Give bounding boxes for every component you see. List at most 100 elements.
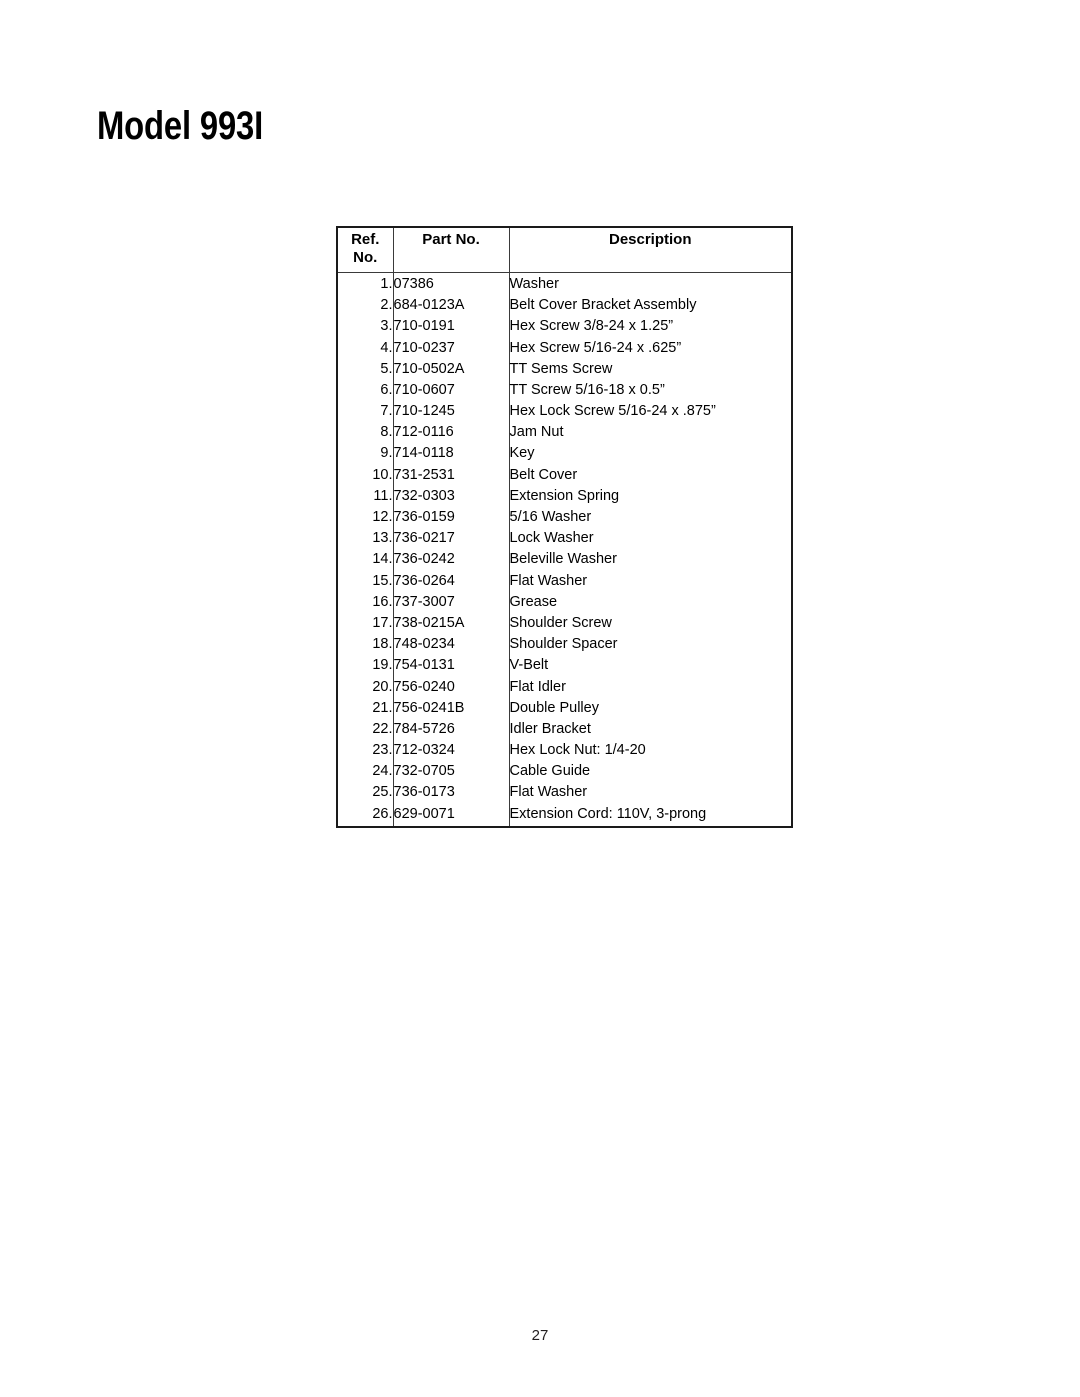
cell-part-no: 748-0234: [392, 633, 510, 655]
cell-description: Lock Washer: [508, 527, 793, 550]
cell-description: Key: [508, 443, 793, 465]
cell-description: Extension Cord: 110V, 3-prong: [508, 803, 793, 828]
cell-description: TT Sems Screw: [508, 358, 793, 380]
cell-part-no: 712-0324: [392, 739, 510, 761]
cell-ref-no: 15.: [336, 570, 394, 592]
cell-ref-no: 20.: [336, 676, 394, 698]
cell-ref-no: 7.: [336, 400, 394, 422]
cell-part-no: 738-0215A: [392, 612, 510, 634]
cell-description: Flat Washer: [508, 570, 793, 592]
column-header-ref-no-line2: No.: [353, 249, 378, 267]
cell-description: Belt Cover: [508, 464, 793, 486]
cell-ref-no: 16.: [336, 591, 394, 613]
cell-part-no: 784-5726: [392, 718, 510, 740]
page-title: Model 993I: [97, 103, 264, 148]
table-row: 12. 736-0159 5/16 Washer: [336, 506, 793, 528]
table-row: 9. 714-0118 Key: [336, 443, 793, 465]
cell-description: Idler Bracket: [508, 718, 793, 740]
cell-description: Hex Lock Nut: 1/4-20: [508, 739, 793, 761]
table-row: 5. 710-0502A TT Sems Screw: [336, 358, 793, 380]
table-header-row: Ref. No. Part No. Description: [336, 226, 793, 273]
cell-ref-no: 1.: [336, 272, 394, 295]
parts-list-table-container: Ref. No. Part No. Description 1. 07386 Was…: [336, 226, 793, 829]
cell-part-no: 736-0242: [392, 549, 510, 571]
cell-ref-no: 23.: [336, 739, 394, 761]
table-row: 3. 710-0191 Hex Screw 3/8-24 x 1.25”: [336, 315, 793, 338]
cell-ref-no: 21.: [336, 697, 394, 719]
cell-description: TT Screw 5/16-18 x 0.5”: [508, 379, 793, 401]
cell-part-no: 684-0123A: [392, 294, 510, 316]
cell-ref-no: 18.: [336, 633, 394, 655]
table-body: 1. 07386 Washer 2. 684-0123A Belt Cover Brack…: [336, 272, 793, 828]
column-header-ref-no: Ref. No.: [336, 226, 394, 273]
table-row: 2. 684-0123A Belt Cover Bracket Assembly: [336, 294, 793, 316]
table-row: 19. 754-0131 V-Belt: [336, 654, 793, 677]
parts-list-table: Ref. No. Part No. Description 1. 07386 Was…: [336, 226, 793, 829]
cell-part-no: 732-0303: [392, 485, 510, 507]
cell-part-no: 756-0241B: [392, 697, 510, 719]
cell-part-no: 756-0240: [392, 676, 510, 698]
cell-part-no: 736-0264: [392, 570, 510, 592]
table-row: 4. 710-0237 Hex Screw 5/16-24 x .625”: [336, 337, 793, 359]
table-row: 20. 756-0240 Flat Idler: [336, 676, 793, 698]
table-row: 26. 629-0071 Extension Cord: 110V, 3-prong: [336, 803, 793, 828]
cell-ref-no: 2.: [336, 294, 394, 316]
cell-description: Jam Nut: [508, 421, 793, 444]
cell-part-no: 710-1245: [392, 400, 510, 422]
cell-description: Flat Idler: [508, 676, 793, 698]
cell-part-no: 710-0237: [392, 337, 510, 359]
cell-ref-no: 14.: [336, 549, 394, 571]
cell-description: V-Belt: [508, 654, 793, 677]
cell-part-no: 07386: [392, 272, 510, 295]
cell-description: Hex Screw 5/16-24 x .625”: [508, 337, 793, 359]
cell-ref-no: 25.: [336, 782, 394, 804]
cell-ref-no: 24.: [336, 760, 394, 783]
cell-ref-no: 9.: [336, 443, 394, 465]
table-row: 14. 736-0242 Beleville Washer: [336, 549, 793, 571]
cell-part-no: 629-0071: [392, 803, 510, 828]
cell-description: Cable Guide: [508, 760, 793, 783]
cell-description: Beleville Washer: [508, 549, 793, 571]
cell-ref-no: 13.: [336, 527, 394, 550]
column-header-ref-no-line1: Ref.: [351, 231, 380, 248]
table-row: 25. 736-0173 Flat Washer: [336, 782, 793, 804]
cell-description: Belt Cover Bracket Assembly: [508, 294, 793, 316]
table-row: 7. 710-1245 Hex Lock Screw 5/16-24 x .875”: [336, 400, 793, 422]
cell-part-no: 710-0607: [392, 379, 510, 401]
table-row: 21. 756-0241B Double Pulley: [336, 697, 793, 719]
cell-part-no: 710-0502A: [392, 358, 510, 380]
cell-part-no: 754-0131: [392, 654, 510, 677]
table-row: 11. 732-0303 Extension Spring: [336, 485, 793, 507]
cell-description: Double Pulley: [508, 697, 793, 719]
table-header: Ref. No. Part No. Description: [336, 226, 793, 273]
cell-description: Washer: [508, 272, 793, 295]
cell-ref-no: 8.: [336, 421, 394, 444]
cell-ref-no: 17.: [336, 612, 394, 634]
document-page: Model 993I Ref. No. Part No. Description: [0, 0, 1080, 1397]
table-row: 8. 712-0116 Jam Nut: [336, 421, 793, 444]
page-number: 27: [531, 1327, 549, 1344]
cell-ref-no: 3.: [336, 315, 394, 338]
cell-part-no: 736-0217: [392, 527, 510, 550]
table-row: 6. 710-0607 TT Screw 5/16-18 x 0.5”: [336, 379, 793, 401]
cell-ref-no: 10.: [336, 464, 394, 486]
table-row: 17. 738-0215A Shoulder Screw: [336, 612, 793, 634]
cell-part-no: 712-0116: [392, 421, 510, 444]
cell-part-no: 714-0118: [392, 443, 510, 465]
cell-description: Hex Lock Screw 5/16-24 x .875”: [508, 400, 793, 422]
cell-ref-no: 5.: [336, 358, 394, 380]
cell-ref-no: 19.: [336, 654, 394, 677]
cell-description: Shoulder Spacer: [508, 633, 793, 655]
cell-description: Shoulder Screw: [508, 612, 793, 634]
table-row: 13. 736-0217 Lock Washer: [336, 527, 793, 550]
table-row: 10. 731-2531 Belt Cover: [336, 464, 793, 486]
table-row: 1. 07386 Washer: [336, 272, 793, 295]
table-row: 23. 712-0324 Hex Lock Nut: 1/4-20: [336, 739, 793, 761]
cell-description: Extension Spring: [508, 485, 793, 507]
cell-description: Flat Washer: [508, 782, 793, 804]
cell-part-no: 736-0173: [392, 782, 510, 804]
cell-part-no: 736-0159: [392, 506, 510, 528]
table-row: 15. 736-0264 Flat Washer: [336, 570, 793, 592]
cell-part-no: 732-0705: [392, 760, 510, 783]
cell-description: 5/16 Washer: [508, 506, 793, 528]
